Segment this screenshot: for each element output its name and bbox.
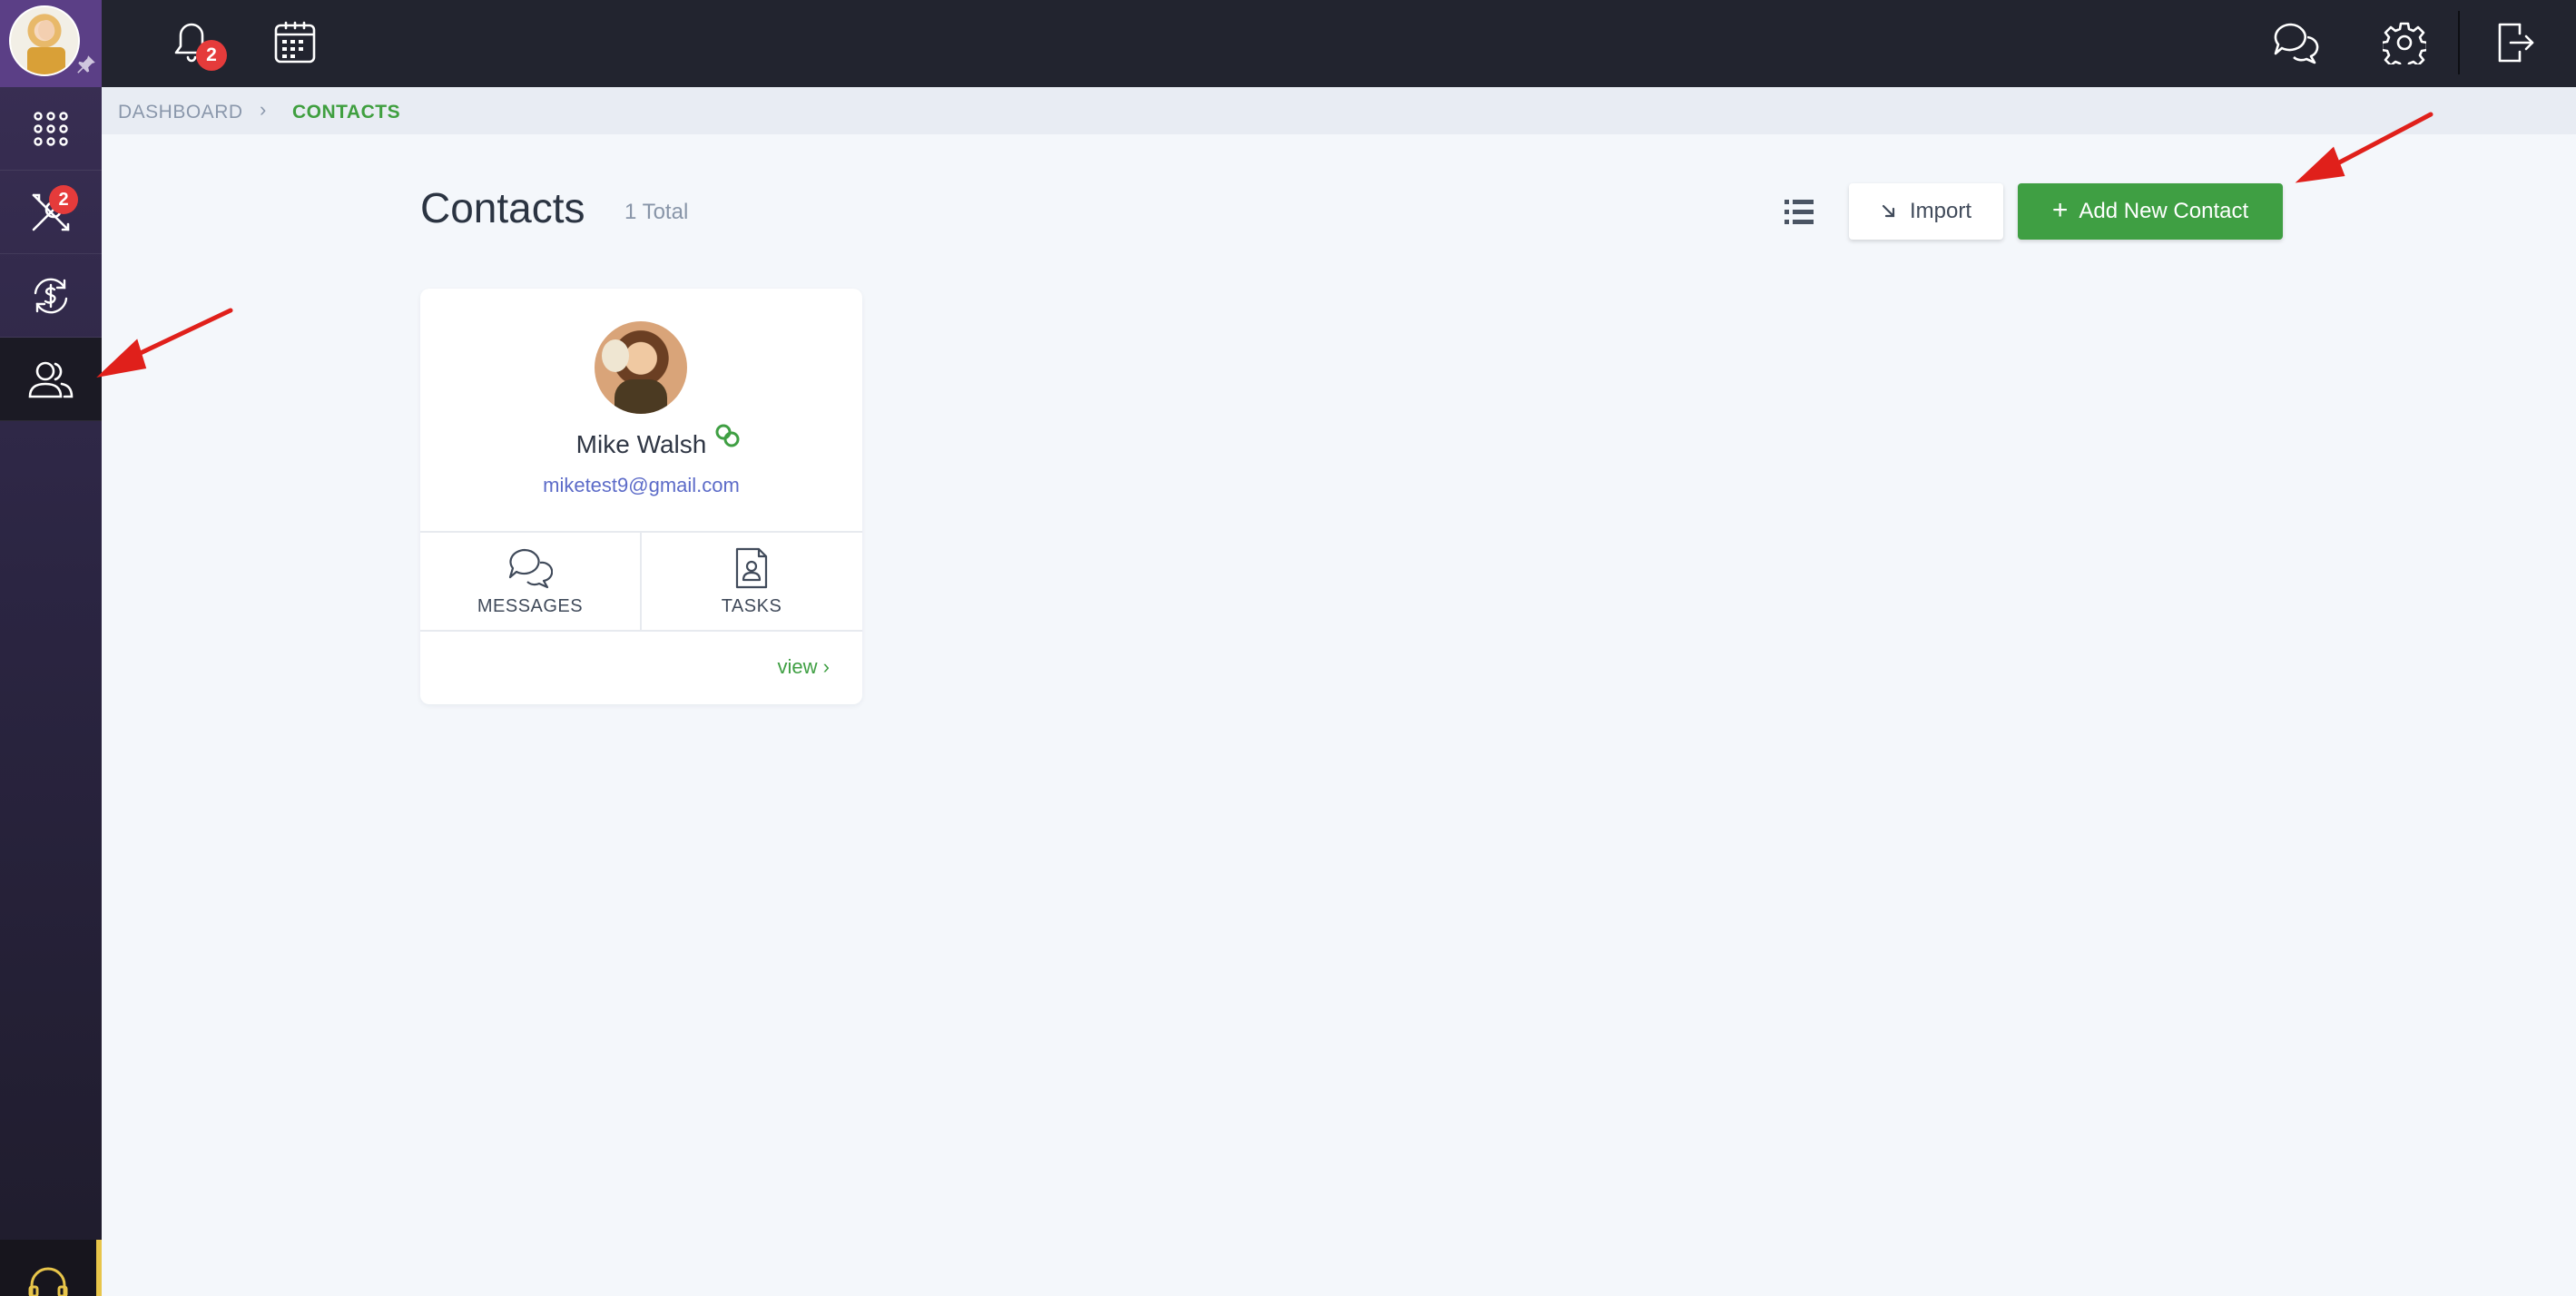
messages-label: MESSAGES [477,595,584,616]
import-arrow-icon [1882,204,1895,218]
chevron-right-icon: › [822,655,830,678]
topbar-divider [2458,11,2460,74]
contact-messages-button[interactable]: MESSAGES [420,534,640,630]
view-link-label: view [777,655,818,678]
notifications-button[interactable]: 2 [162,13,227,73]
linked-icon [715,424,740,447]
contact-card: Mike Walsh miketest9@gmail.com MESSAGES … [420,289,862,704]
breadcrumb-dashboard[interactable]: DASHBOARD [118,102,243,123]
contact-count: 1 Total [624,200,689,224]
breadcrumb: DASHBOARD › CONTACTS [102,87,2576,134]
logout-button[interactable] [2485,13,2545,73]
pin-icon[interactable] [74,53,98,76]
breadcrumb-current: CONTACTS [292,102,401,123]
grid-icon [34,111,68,146]
task-document-icon [735,547,768,588]
import-button-label: Import [1909,199,1971,223]
tasks-label: TASKS [721,595,782,616]
add-new-contact-label: Add New Contact [2079,199,2249,223]
avatar[interactable] [9,5,80,76]
notifications-badge: 2 [196,40,227,71]
page-title: Contacts [420,184,585,231]
settings-button[interactable] [2374,13,2434,73]
users-icon [28,361,74,398]
contact-email[interactable]: miketest9@gmail.com [420,474,862,497]
sidebar-item-payments[interactable] [0,254,102,338]
contact-name[interactable]: Mike Walsh [420,430,862,459]
calendar-button[interactable] [265,13,325,73]
contact-avatar[interactable] [595,321,687,414]
plus-icon: + [2051,194,2069,225]
view-contact-link[interactable]: view › [778,655,830,679]
tools-badge: 2 [49,185,78,214]
sidebar-profile[interactable] [0,0,102,87]
chat-icon [2274,23,2319,64]
headset-icon [28,1267,68,1296]
messages-button[interactable] [2266,13,2326,73]
list-view-icon[interactable] [1781,194,1817,231]
calendar-icon [274,21,316,64]
sidebar-item-apps[interactable] [0,87,102,171]
gear-icon [2383,22,2426,64]
sidebar-item-contacts[interactable] [0,338,102,421]
dollar-cycle-icon [34,278,68,313]
support-button[interactable] [0,1240,102,1296]
sidebar-item-tools[interactable]: 2 [0,171,102,254]
add-new-contact-button[interactable]: + Add New Contact [2018,183,2283,240]
sidebar: 2 [0,0,102,1296]
top-bar: 2 [102,0,2576,87]
import-button[interactable]: Import [1849,183,2003,240]
divider [420,630,862,632]
breadcrumb-separator: › [260,98,267,121]
logout-icon [2498,23,2534,63]
contact-tasks-button[interactable]: TASKS [642,534,861,630]
chat-icon [508,548,553,588]
